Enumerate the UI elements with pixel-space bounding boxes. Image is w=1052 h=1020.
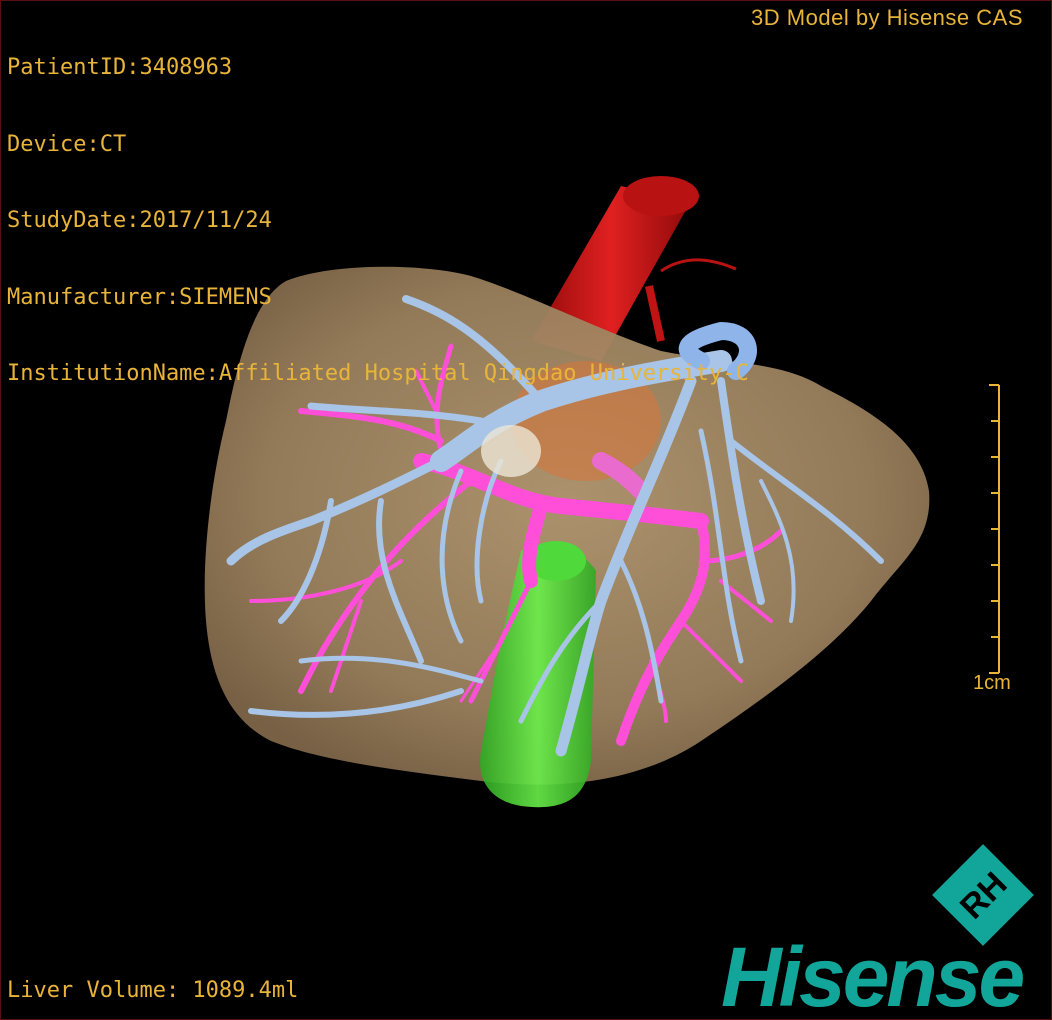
device-text: Device:CT xyxy=(7,131,127,157)
3d-viewer-viewport[interactable]: PatientID:3408963 Device:CT StudyDate:20… xyxy=(0,0,1052,1020)
hisense-wordmark: Hisense xyxy=(721,930,1025,1020)
liver-volume-text: Liver Volume: 1089.4ml xyxy=(7,978,299,1003)
institution-text: InstitutionName:Affiliated Hospital Qing… xyxy=(7,361,749,386)
model-credit-text: 3D Model by Hisense CAS xyxy=(751,5,1023,30)
scale-label: 1cm xyxy=(973,672,1011,694)
patient-id-text: PatientID:3408963 xyxy=(7,55,233,80)
study-date-text: StudyDate:2017/11/24 xyxy=(7,208,272,233)
scale-bar xyxy=(989,384,1000,674)
manufacturer-text: Manufacturer:SIEMENS xyxy=(7,284,272,310)
dicom-info-block: PatientID:3408963 Device:CT StudyDate:20… xyxy=(7,4,749,438)
